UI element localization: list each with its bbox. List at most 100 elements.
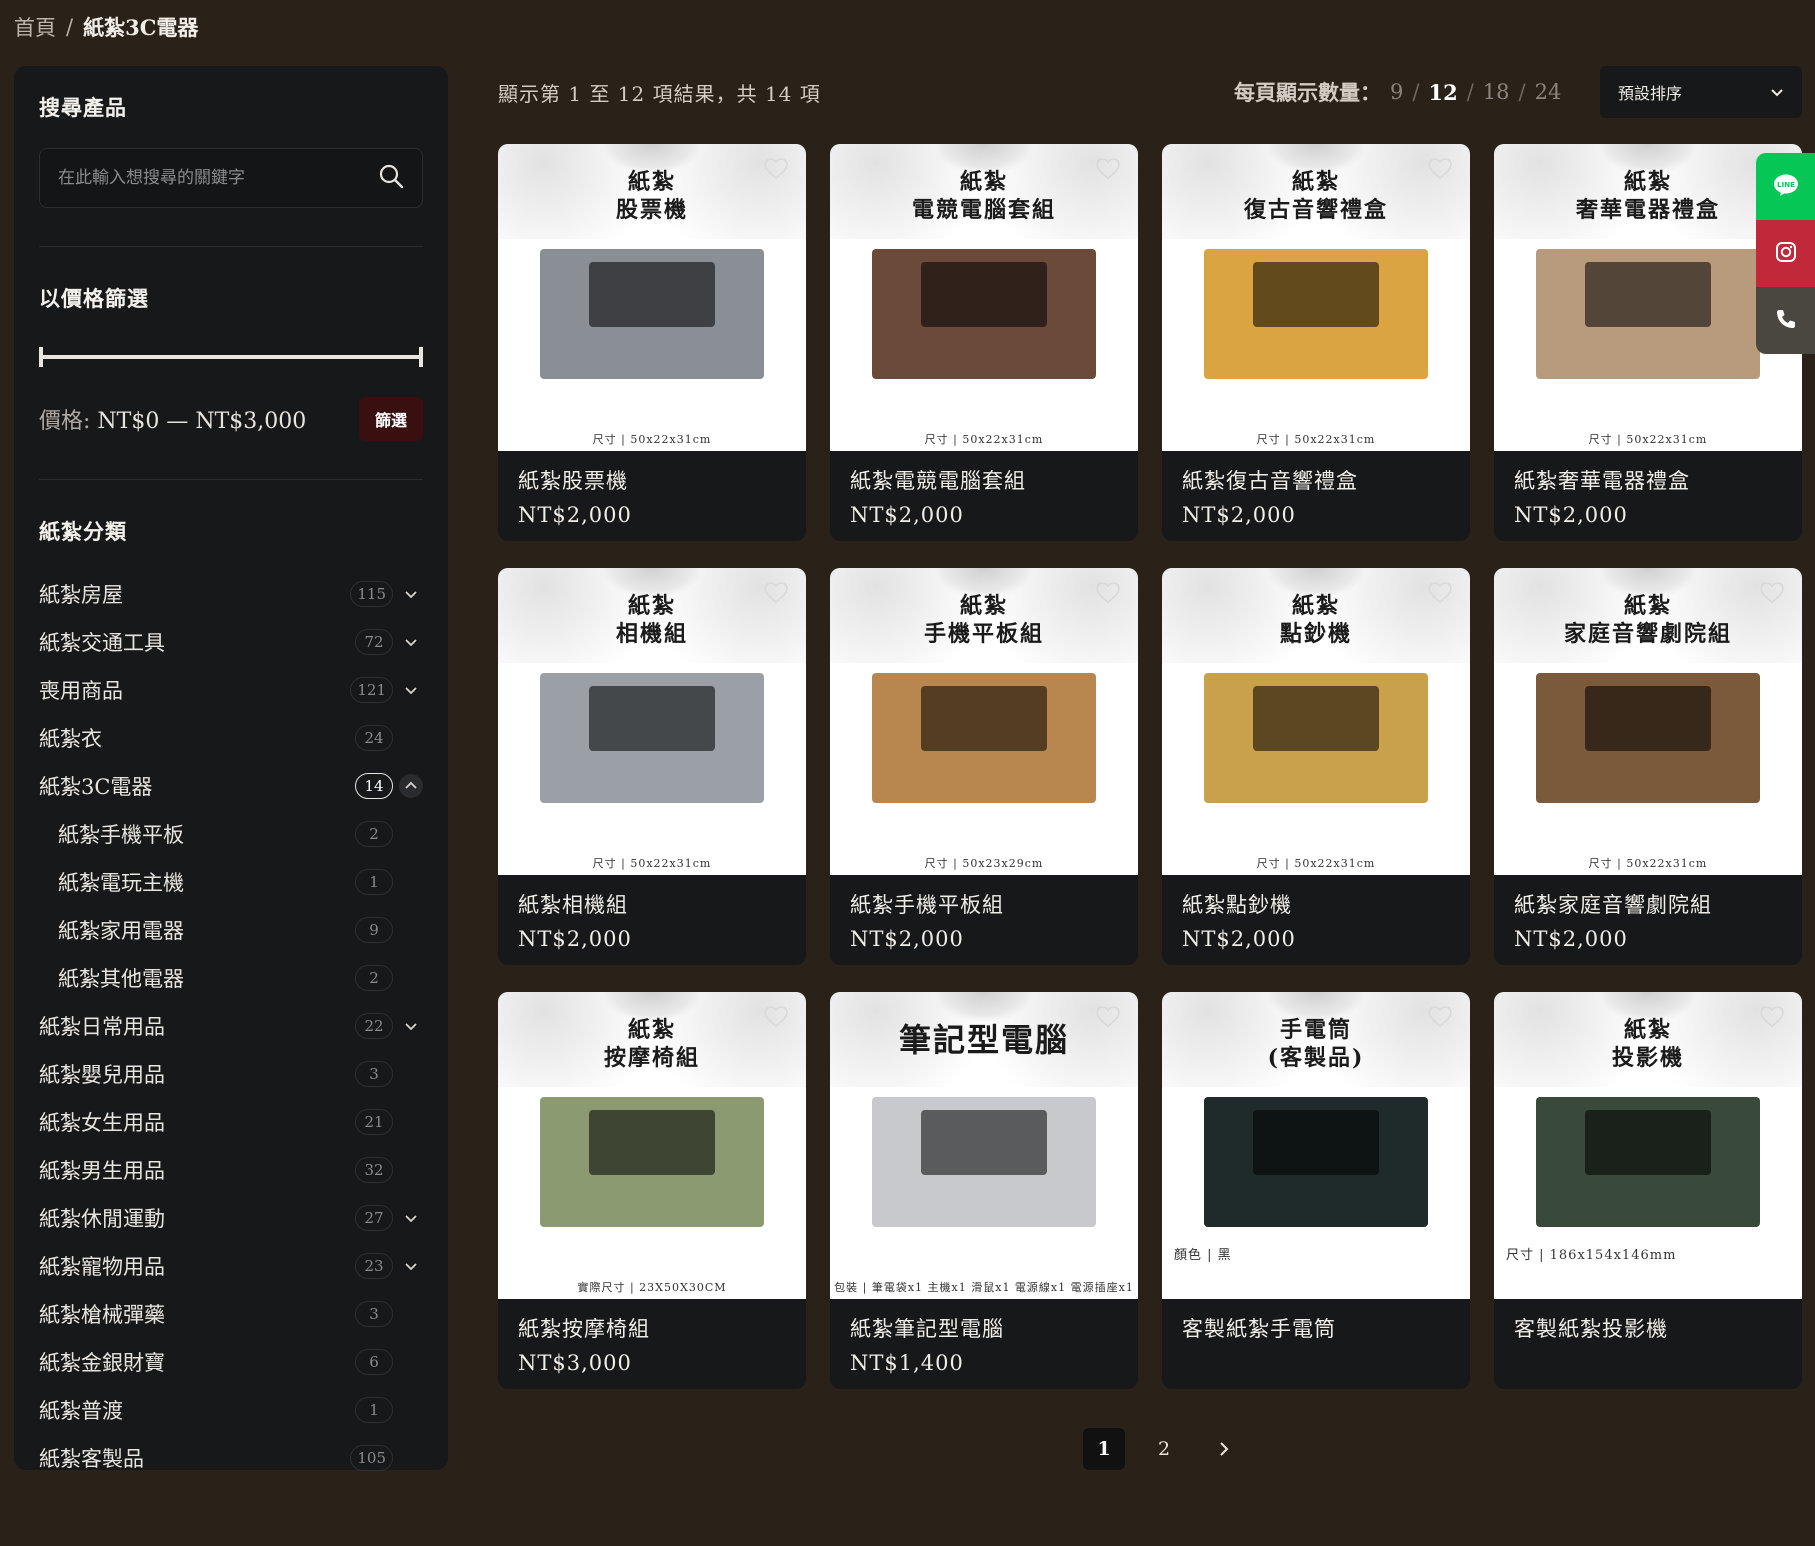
heart-icon[interactable] <box>1096 158 1120 180</box>
product-card[interactable]: 紙紮 相機組 尺寸 | 50x22x31cm 紙紮相機組 NT$2,000 <box>498 568 806 965</box>
product-name[interactable]: 紙紮按摩椅組 <box>498 1299 806 1343</box>
category-item[interactable]: 紙紮嬰兒用品 3 <box>39 1050 423 1098</box>
category-item[interactable]: 紙紮女生用品 21 <box>39 1098 423 1146</box>
heart-icon[interactable] <box>1428 158 1452 180</box>
category-item[interactable]: 紙紮男生用品 32 <box>39 1146 423 1194</box>
product-card[interactable]: 筆記型電腦 包裝 | 筆電袋x1 主機x1 滑鼠x1 電源線x1 電源插座x1 … <box>830 992 1138 1389</box>
category-label[interactable]: 紙紮房屋 <box>39 579 123 609</box>
product-name[interactable]: 紙紮股票機 <box>498 451 806 495</box>
product-card[interactable]: 紙紮 復古音響禮盒 尺寸 | 50x22x31cm 紙紮復古音響禮盒 NT$2,… <box>1162 144 1470 541</box>
product-name[interactable]: 紙紮相機組 <box>498 875 806 919</box>
product-name[interactable]: 紙紮奢華電器禮盒 <box>1494 451 1802 495</box>
category-label[interactable]: 紙紮男生用品 <box>39 1155 165 1185</box>
subcategory-item[interactable]: 紙紮其他電器 2 <box>39 954 423 1002</box>
product-card[interactable]: 紙紮 股票機 尺寸 | 50x22x31cm 紙紮股票機 NT$2,000 <box>498 144 806 541</box>
category-label[interactable]: 紙紮手機平板 <box>58 819 184 849</box>
category-item[interactable]: 紙紮3C電器 14 <box>39 762 423 810</box>
category-label[interactable]: 紙紮金銀財寶 <box>39 1347 165 1377</box>
heart-icon[interactable] <box>764 1006 788 1028</box>
chevron-down-icon[interactable] <box>399 582 423 606</box>
price-slider-max-handle[interactable] <box>419 347 423 367</box>
line-contact-button[interactable]: LINE <box>1756 153 1815 220</box>
product-image[interactable]: 紙紮 復古音響禮盒 尺寸 | 50x22x31cm <box>1162 144 1470 451</box>
heart-icon[interactable] <box>1428 582 1452 604</box>
category-label[interactable]: 紙紮寵物用品 <box>39 1251 165 1281</box>
chevron-up-icon[interactable] <box>399 774 423 798</box>
subcategory-item[interactable]: 紙紮電玩主機 1 <box>39 858 423 906</box>
product-image[interactable]: 手電筒 (客製品) 顏色 | 黑 <box>1162 992 1470 1299</box>
product-card[interactable]: 紙紮 點鈔機 尺寸 | 50x22x31cm 紙紮點鈔機 NT$2,000 <box>1162 568 1470 965</box>
category-label[interactable]: 紙紮交通工具 <box>39 627 165 657</box>
product-card[interactable]: 紙紮 按摩椅組 實際尺寸 | 23X50X30CM 紙紮按摩椅組 NT$3,00… <box>498 992 806 1389</box>
category-item[interactable]: 紙紮客製品 105 <box>39 1434 423 1482</box>
product-name[interactable]: 紙紮電競電腦套組 <box>830 451 1138 495</box>
product-image[interactable]: 筆記型電腦 包裝 | 筆電袋x1 主機x1 滑鼠x1 電源線x1 電源插座x1 <box>830 992 1138 1299</box>
heart-icon[interactable] <box>1760 582 1784 604</box>
price-slider[interactable] <box>39 347 423 367</box>
product-image[interactable]: 紙紮 相機組 尺寸 | 50x22x31cm <box>498 568 806 875</box>
chevron-down-icon[interactable] <box>399 1254 423 1278</box>
heart-icon[interactable] <box>764 158 788 180</box>
category-label[interactable]: 紙紮日常用品 <box>39 1011 165 1041</box>
product-name[interactable]: 紙紮點鈔機 <box>1162 875 1470 919</box>
product-image[interactable]: 紙紮 家庭音響劇院組 尺寸 | 50x22x31cm <box>1494 568 1802 875</box>
heart-icon[interactable] <box>1096 1006 1120 1028</box>
product-name[interactable]: 客製紙紮投影機 <box>1494 1299 1802 1343</box>
breadcrumb-home-link[interactable]: 首頁 <box>14 12 56 42</box>
product-name[interactable]: 紙紮手機平板組 <box>830 875 1138 919</box>
category-item[interactable]: 喪用商品 121 <box>39 666 423 714</box>
product-card[interactable]: 紙紮 手機平板組 尺寸 | 50x23x29cm 紙紮手機平板組 NT$2,00… <box>830 568 1138 965</box>
page-link[interactable]: 2 <box>1143 1428 1185 1470</box>
category-item[interactable]: 紙紮槍械彈藥 3 <box>39 1290 423 1338</box>
heart-icon[interactable] <box>1096 582 1120 604</box>
chevron-down-icon[interactable] <box>399 630 423 654</box>
product-image[interactable]: 紙紮 電競電腦套組 尺寸 | 50x22x31cm <box>830 144 1138 451</box>
category-label[interactable]: 紙紮電玩主機 <box>58 867 184 897</box>
category-label[interactable]: 紙紮其他電器 <box>58 963 184 993</box>
product-name[interactable]: 紙紮復古音響禮盒 <box>1162 451 1470 495</box>
category-label[interactable]: 紙紮家用電器 <box>58 915 184 945</box>
category-item[interactable]: 紙紮休閒運動 27 <box>39 1194 423 1242</box>
heart-icon[interactable] <box>764 582 788 604</box>
product-name[interactable]: 客製紙紮手電筒 <box>1162 1299 1470 1343</box>
page-link[interactable]: 1 <box>1083 1428 1125 1470</box>
category-label[interactable]: 紙紮休閒運動 <box>39 1203 165 1233</box>
category-label[interactable]: 紙紮客製品 <box>39 1443 144 1473</box>
filter-button[interactable]: 篩選 <box>359 397 423 441</box>
category-label[interactable]: 喪用商品 <box>39 675 123 705</box>
category-label[interactable]: 紙紮槍械彈藥 <box>39 1299 165 1329</box>
product-image[interactable]: 紙紮 按摩椅組 實際尺寸 | 23X50X30CM <box>498 992 806 1299</box>
category-item[interactable]: 紙紮衣 24 <box>39 714 423 762</box>
product-image[interactable]: 紙紮 點鈔機 尺寸 | 50x22x31cm <box>1162 568 1470 875</box>
subcategory-item[interactable]: 紙紮手機平板 2 <box>39 810 423 858</box>
product-card[interactable]: 紙紮 電競電腦套組 尺寸 | 50x22x31cm 紙紮電競電腦套組 NT$2,… <box>830 144 1138 541</box>
chevron-down-icon[interactable] <box>399 1014 423 1038</box>
chevron-down-icon[interactable] <box>399 678 423 702</box>
category-label[interactable]: 紙紮女生用品 <box>39 1107 165 1137</box>
product-card[interactable]: 紙紮 家庭音響劇院組 尺寸 | 50x22x31cm 紙紮家庭音響劇院組 NT$… <box>1494 568 1802 965</box>
price-slider-min-handle[interactable] <box>39 347 43 367</box>
search-icon[interactable] <box>378 163 404 193</box>
category-item[interactable]: 紙紮房屋 115 <box>39 570 423 618</box>
category-label[interactable]: 紙紮嬰兒用品 <box>39 1059 165 1089</box>
subcategory-item[interactable]: 紙紮家用電器 9 <box>39 906 423 954</box>
per-page-option[interactable]: 9 <box>1390 80 1403 104</box>
per-page-option[interactable]: 18 <box>1483 80 1510 104</box>
product-name[interactable]: 紙紮筆記型電腦 <box>830 1299 1138 1343</box>
instagram-contact-button[interactable] <box>1756 220 1815 287</box>
per-page-option[interactable]: 12 <box>1428 80 1457 105</box>
search-input[interactable] <box>58 168 358 188</box>
category-item[interactable]: 紙紮普渡 1 <box>39 1386 423 1434</box>
sort-dropdown[interactable]: 預設排序 <box>1600 66 1802 118</box>
category-item[interactable]: 紙紮金銀財寶 6 <box>39 1338 423 1386</box>
per-page-option[interactable]: 24 <box>1535 80 1562 104</box>
heart-icon[interactable] <box>1428 1006 1452 1028</box>
product-card[interactable]: 紙紮 投影機 尺寸 | 186x154x146mm 客製紙紮投影機 <box>1494 992 1802 1389</box>
product-image[interactable]: 紙紮 投影機 尺寸 | 186x154x146mm <box>1494 992 1802 1299</box>
category-item[interactable]: 紙紮日常用品 22 <box>39 1002 423 1050</box>
phone-contact-button[interactable] <box>1756 287 1815 354</box>
product-image[interactable]: 紙紮 手機平板組 尺寸 | 50x23x29cm <box>830 568 1138 875</box>
category-item[interactable]: 紙紮寵物用品 23 <box>39 1242 423 1290</box>
category-label[interactable]: 紙紮3C電器 <box>39 771 152 801</box>
product-image[interactable]: 紙紮 股票機 尺寸 | 50x22x31cm <box>498 144 806 451</box>
